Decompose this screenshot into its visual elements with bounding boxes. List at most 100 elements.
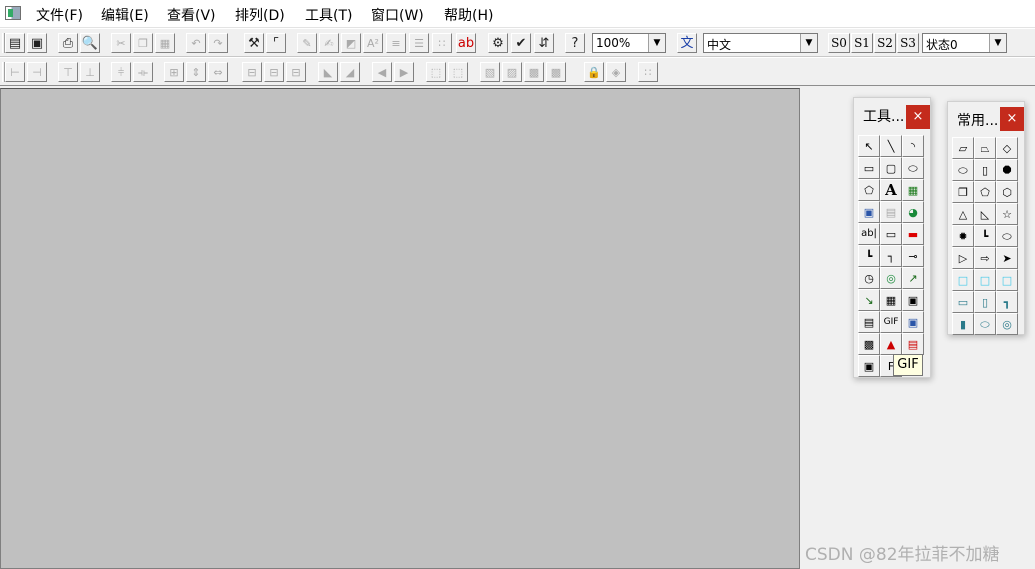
unlock-icon[interactable]: ◈: [606, 62, 626, 82]
valve-tool-icon[interactable]: ⊸: [902, 245, 924, 267]
state-s0-button[interactable]: S0: [828, 33, 850, 53]
pointer-icon[interactable]: ↖: [858, 135, 880, 157]
block-arrow-icon[interactable]: ⇨: [974, 247, 996, 269]
oval-icon[interactable]: ⬭: [974, 313, 996, 335]
cylinder-icon[interactable]: ⬭: [996, 225, 1018, 247]
zoom-select[interactable]: 100% ▼: [592, 33, 666, 53]
menu-file[interactable]: 文件(F): [36, 5, 83, 25]
same-width-icon[interactable]: ⇔: [208, 62, 228, 82]
cube-icon[interactable]: ❐: [952, 181, 974, 203]
tools-palette-title[interactable]: 工具...: [854, 98, 904, 130]
undo-icon[interactable]: ↶: [186, 33, 206, 53]
state-s1-button[interactable]: S1: [851, 33, 873, 53]
check-icon[interactable]: ✔: [511, 33, 531, 53]
cyan-frame-2-icon[interactable]: □: [974, 269, 996, 291]
grid-dots-icon[interactable]: ∷: [432, 33, 452, 53]
cyan-frame-1-icon[interactable]: □: [952, 269, 974, 291]
alarm-list-tool-icon[interactable]: ▤: [902, 333, 924, 355]
bring-forward-icon[interactable]: ▩: [524, 62, 544, 82]
horizontal-pipe-icon[interactable]: ▭: [952, 291, 974, 313]
language-icon[interactable]: 文: [677, 33, 697, 53]
flip-horizontal-icon[interactable]: ◀: [372, 62, 392, 82]
lock-icon[interactable]: 🔒: [584, 62, 604, 82]
bring-front-icon[interactable]: ▧: [480, 62, 500, 82]
center-vertical-icon[interactable]: ⫩: [111, 62, 131, 82]
line-width-icon[interactable]: ☰: [409, 33, 429, 53]
ellipse-tool-icon[interactable]: ⬭: [902, 157, 924, 179]
gif-tool-icon[interactable]: GIF: [880, 311, 902, 333]
align-right-icon[interactable]: ⊣: [27, 62, 47, 82]
common-palette-close-button[interactable]: ×: [1000, 107, 1024, 131]
pointer-arrow-icon[interactable]: ➤: [996, 247, 1018, 269]
l-shape-icon[interactable]: ┗: [974, 225, 996, 247]
right-triangle-icon[interactable]: ◺: [974, 203, 996, 225]
table-tool-icon[interactable]: ▦: [880, 289, 902, 311]
brush-icon[interactable]: ✍: [319, 33, 339, 53]
state-s3-button[interactable]: S3: [897, 33, 919, 53]
trapezoid-icon[interactable]: ⏢: [974, 137, 996, 159]
report-tool-icon[interactable]: ▤: [858, 311, 880, 333]
ring-icon[interactable]: ◎: [996, 313, 1018, 335]
callout-icon[interactable]: ▯: [974, 159, 996, 181]
drawing-canvas[interactable]: [0, 88, 800, 569]
slider-tool-icon[interactable]: ▭: [880, 223, 902, 245]
vertical-pipe-icon[interactable]: ▯: [974, 291, 996, 313]
flip-vertical-icon[interactable]: ▶: [394, 62, 414, 82]
send-backward-icon[interactable]: ▩: [546, 62, 566, 82]
abc-icon[interactable]: ab: [456, 33, 476, 53]
space-even-icon[interactable]: ⊟: [286, 62, 306, 82]
octagon-icon[interactable]: ⯃: [996, 159, 1018, 181]
menu-tools[interactable]: 工具(T): [305, 5, 352, 25]
menu-arrange[interactable]: 排列(D): [235, 5, 285, 25]
cut-icon[interactable]: ✂: [111, 33, 131, 53]
state-s2-button[interactable]: S2: [874, 33, 896, 53]
step-line-tool-icon[interactable]: ┐: [880, 245, 902, 267]
rectangle-tool-icon[interactable]: ▭: [858, 157, 880, 179]
space-horizontal-icon[interactable]: ⊟: [242, 62, 262, 82]
align-left-icon[interactable]: ⊢: [5, 62, 25, 82]
ungroup-icon[interactable]: ⬚: [448, 62, 468, 82]
tools-icon[interactable]: ⚒: [244, 33, 264, 53]
star-icon[interactable]: ☆: [996, 203, 1018, 225]
menu-edit[interactable]: 编辑(E): [101, 5, 149, 25]
menu-window[interactable]: 窗口(W): [371, 5, 424, 25]
new-window-icon[interactable]: ▤: [5, 33, 25, 53]
fill-icon[interactable]: ◩: [341, 33, 361, 53]
center-horizontal-icon[interactable]: ⟛: [133, 62, 153, 82]
image-tool-icon[interactable]: ▦: [902, 179, 924, 201]
state-select[interactable]: 状态0 ▼: [922, 33, 1007, 53]
seal-icon[interactable]: ✹: [952, 225, 974, 247]
polygon-tool-icon[interactable]: ⬠: [858, 179, 880, 201]
language-select[interactable]: 中文 ▼: [703, 33, 818, 53]
rotate-left-icon[interactable]: ◣: [318, 62, 338, 82]
media-tool-icon[interactable]: ▣: [858, 355, 880, 377]
menu-view[interactable]: 查看(V): [167, 5, 216, 25]
line-style-icon[interactable]: ≡: [386, 33, 406, 53]
switch-tool-icon[interactable]: ◎: [880, 267, 902, 289]
line-tool-icon[interactable]: ╲: [880, 135, 902, 157]
align-bottom-icon[interactable]: ⊥: [80, 62, 100, 82]
trend-chart-tool-icon[interactable]: ↗: [902, 267, 924, 289]
text-tool-icon[interactable]: A: [880, 179, 902, 201]
menu-help[interactable]: 帮助(H): [444, 5, 493, 25]
frame-tool-icon[interactable]: ▣: [902, 311, 924, 333]
redo-icon[interactable]: ↷: [208, 33, 228, 53]
properties-icon[interactable]: ⚙: [488, 33, 508, 53]
qrcode-tool-icon[interactable]: ▩: [858, 333, 880, 355]
print-icon[interactable]: ⎙: [58, 33, 78, 53]
elbow-pipe-icon[interactable]: ┓: [996, 291, 1018, 313]
connector-tool-icon[interactable]: ┗: [858, 245, 880, 267]
rounded-rect-tool-icon[interactable]: ▢: [880, 157, 902, 179]
globe-tool-icon[interactable]: ◕: [902, 201, 924, 223]
arc-tool-icon[interactable]: ◝: [902, 135, 924, 157]
app-icon[interactable]: [5, 6, 21, 20]
textbox-tool-icon[interactable]: ab|: [858, 223, 880, 245]
font-size-icon[interactable]: A²: [363, 33, 383, 53]
paste-icon[interactable]: ▦: [155, 33, 175, 53]
space-vertical-icon[interactable]: ⊟: [264, 62, 284, 82]
picture-tool-icon[interactable]: ▣: [858, 201, 880, 223]
diamond-icon[interactable]: ◇: [996, 137, 1018, 159]
layers-tool-icon[interactable]: ▣: [902, 289, 924, 311]
save-icon[interactable]: ▣: [27, 33, 47, 53]
help-icon[interactable]: ?: [565, 33, 585, 53]
